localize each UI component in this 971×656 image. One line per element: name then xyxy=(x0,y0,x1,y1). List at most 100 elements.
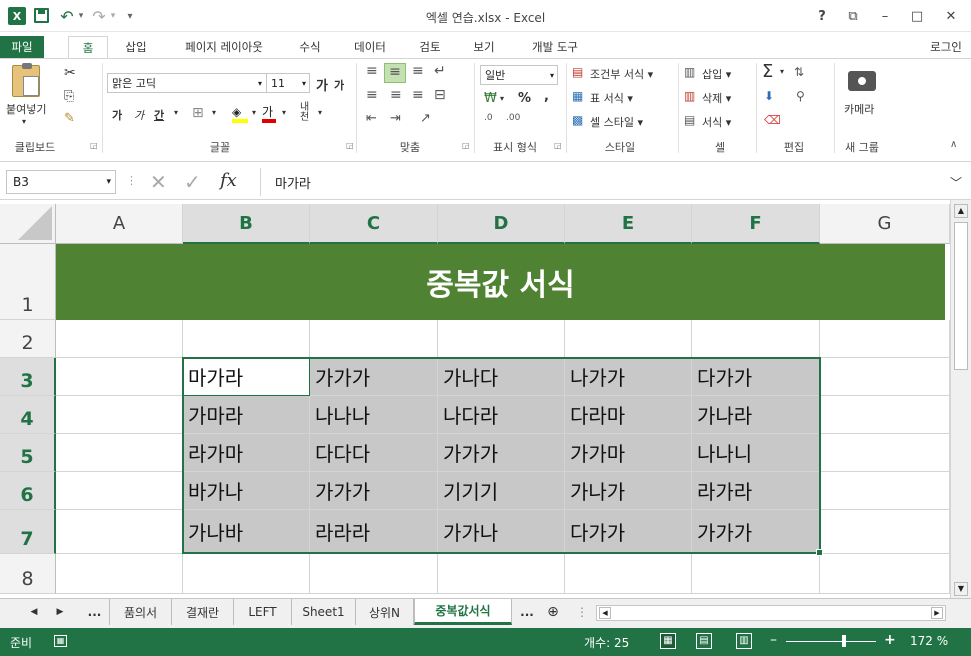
empty-cell[interactable] xyxy=(692,554,820,594)
increase-decimal-icon[interactable]: .0 xyxy=(484,113,493,123)
font-launcher-icon[interactable]: ◲ xyxy=(346,141,354,150)
tab-insert[interactable]: 삽입 xyxy=(116,36,156,58)
column-header-b[interactable]: B xyxy=(183,204,310,244)
bold-button[interactable]: 가 xyxy=(112,107,122,123)
underline-button[interactable]: 간 xyxy=(154,107,164,123)
row-header-2[interactable]: 2 xyxy=(0,320,56,358)
table-cell[interactable]: 바가나 xyxy=(183,472,310,510)
find-select-icon[interactable]: ⚲ xyxy=(796,89,805,103)
alignment-launcher-icon[interactable]: ◲ xyxy=(462,141,470,150)
table-cell[interactable]: 나나나 xyxy=(310,396,438,434)
sheet-tab-sheet1[interactable]: Sheet1 xyxy=(292,599,356,625)
table-cell[interactable]: 라가마 xyxy=(183,434,310,472)
sheet-tab-결재란[interactable]: 결재란 xyxy=(172,599,234,625)
help-button[interactable]: ? xyxy=(812,6,832,26)
column-header-d[interactable]: D xyxy=(438,204,565,244)
select-all-corner[interactable] xyxy=(0,204,56,244)
formula-bar-splitter-icon[interactable]: ⋮ xyxy=(126,174,137,187)
comma-button[interactable]: , xyxy=(544,89,549,104)
macro-record-icon[interactable]: ▦ xyxy=(54,635,67,647)
table-cell[interactable]: 가나라 xyxy=(692,396,820,434)
conditional-formatting-button[interactable]: 조건부 서식 ▾ xyxy=(590,66,653,82)
align-top-icon[interactable]: ≡ xyxy=(366,63,378,79)
copy-icon[interactable]: ⎘ xyxy=(64,89,74,104)
ribbon-display-options-icon[interactable]: ⧉ xyxy=(842,6,864,26)
autosum-dropdown-icon[interactable]: ▾ xyxy=(780,67,784,76)
zoom-slider-track[interactable] xyxy=(786,641,876,642)
empty-cell[interactable] xyxy=(565,554,692,594)
column-header-f[interactable]: F xyxy=(692,204,820,244)
format-cells-icon[interactable]: ▤ xyxy=(684,113,695,127)
table-cell[interactable]: 다라마 xyxy=(565,396,692,434)
empty-cell[interactable] xyxy=(438,554,565,594)
table-cell[interactable]: 가가나 xyxy=(438,510,565,554)
table-cell[interactable]: 가가가 xyxy=(310,472,438,510)
cell-styles-icon[interactable]: ▩ xyxy=(572,113,583,127)
title-banner[interactable]: 중복값 서식 xyxy=(56,244,945,320)
table-cell[interactable]: 가가가 xyxy=(438,434,565,472)
table-cell[interactable]: 라라라 xyxy=(310,510,438,554)
cut-icon[interactable]: ✂ xyxy=(64,65,76,81)
font-color-icon[interactable]: 가 xyxy=(262,103,278,123)
tab-view[interactable]: 보기 xyxy=(464,36,504,58)
table-cell[interactable]: 가나가 xyxy=(565,472,692,510)
format-as-table-button[interactable]: 표 서식 ▾ xyxy=(590,90,633,106)
empty-cell[interactable] xyxy=(820,396,950,434)
fill-handle[interactable] xyxy=(816,549,823,556)
table-cell[interactable]: 가마라 xyxy=(183,396,310,434)
borders-icon[interactable]: ⊞ xyxy=(192,105,204,121)
tab-home[interactable]: 홈 xyxy=(68,36,108,59)
sign-in-link[interactable]: 로그인 xyxy=(922,36,970,58)
delete-cells-icon[interactable]: ▥ xyxy=(684,89,695,103)
table-cell[interactable]: 가가가 xyxy=(310,358,438,396)
orientation-icon[interactable]: ↗ xyxy=(420,111,431,126)
empty-cell[interactable] xyxy=(56,358,183,396)
empty-cell[interactable] xyxy=(56,510,183,554)
table-cell[interactable]: 가가마 xyxy=(565,434,692,472)
camera-button[interactable]: 카메라 xyxy=(844,101,874,117)
zoom-level[interactable]: 172 % xyxy=(910,634,948,648)
cancel-entry-icon[interactable]: ✕ xyxy=(150,170,167,194)
sheet-tab-상위n[interactable]: 상위N xyxy=(356,599,414,625)
clipboard-launcher-icon[interactable]: ◲ xyxy=(90,141,98,150)
table-cell[interactable]: 라가라 xyxy=(692,472,820,510)
sort-filter-icon[interactable]: ⇅ xyxy=(794,65,804,79)
insert-cells-icon[interactable]: ▥ xyxy=(684,65,695,79)
tab-splitter-icon[interactable]: ⋮ xyxy=(576,599,588,625)
paste-icon[interactable] xyxy=(12,63,40,97)
insert-function-button[interactable]: fx xyxy=(220,170,237,191)
empty-cell[interactable] xyxy=(56,320,183,358)
sheet-tab-품의서[interactable]: 품의서 xyxy=(110,599,172,625)
column-header-c[interactable]: C xyxy=(310,204,438,244)
autosum-button[interactable]: Σ xyxy=(762,61,773,82)
column-header-e[interactable]: E xyxy=(565,204,692,244)
collapse-ribbon-icon[interactable]: ∧ xyxy=(950,139,957,150)
empty-cell[interactable] xyxy=(56,472,183,510)
decrease-indent-icon[interactable]: ⇤ xyxy=(366,111,377,126)
align-middle-icon[interactable]: ≡ xyxy=(384,63,406,83)
wrap-text-icon[interactable]: ↵ xyxy=(434,63,446,79)
table-cell[interactable]: 가가가 xyxy=(692,510,820,554)
new-sheet-icon[interactable]: ⊕ xyxy=(542,599,564,625)
number-launcher-icon[interactable]: ◲ xyxy=(554,141,562,150)
sheet-tab-more-left[interactable]: ... xyxy=(80,599,110,625)
fill-color-dropdown-icon[interactable]: ▾ xyxy=(252,108,256,117)
sheet-tab-left[interactable]: LEFT xyxy=(234,599,292,625)
row-header-8[interactable]: 8 xyxy=(0,554,56,594)
borders-dropdown-icon[interactable]: ▾ xyxy=(212,108,216,117)
clear-icon[interactable]: ⌫ xyxy=(764,113,781,127)
tab-page-layout[interactable]: 페이지 레이아웃 xyxy=(168,36,280,58)
font-size-combo[interactable]: 11 ▾ xyxy=(266,73,310,93)
align-right-icon[interactable]: ≡ xyxy=(412,87,424,103)
scroll-right-icon[interactable]: ▶ xyxy=(931,607,943,619)
empty-cell[interactable] xyxy=(820,434,950,472)
italic-button[interactable]: 가 xyxy=(134,107,144,123)
minimize-button[interactable]: – xyxy=(874,6,896,26)
row-header-4[interactable]: 4 xyxy=(0,396,56,434)
align-left-icon[interactable]: ≡ xyxy=(366,87,378,103)
row-header-3[interactable]: 3 xyxy=(0,358,56,396)
expand-formula-bar-icon[interactable]: ﹀ xyxy=(950,174,962,191)
tab-developer[interactable]: 개발 도구 xyxy=(520,36,590,58)
phonetic-guide-button[interactable]: 내천 xyxy=(300,103,316,123)
shrink-font-button[interactable]: 가 xyxy=(334,77,344,93)
